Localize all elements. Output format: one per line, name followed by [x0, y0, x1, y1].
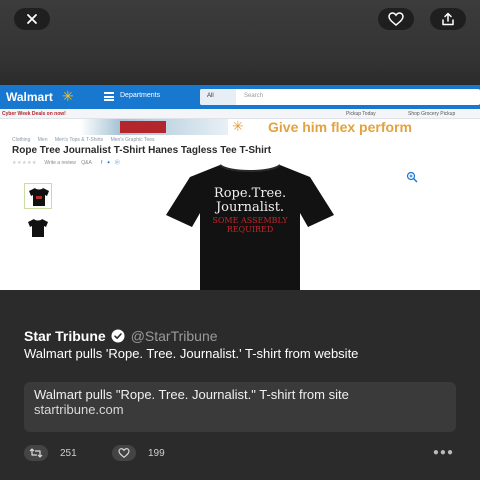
- like-tweet-button[interactable]: [112, 445, 136, 461]
- product-title: Rope Tree Journalist T-Shirt Hanes Tagle…: [12, 145, 272, 156]
- deals-link: Cyber Week Deals on now!: [2, 111, 66, 117]
- breadcrumb-item: Men: [37, 137, 48, 143]
- tweet-author[interactable]: Star Tribune @StarTribune: [24, 328, 218, 344]
- product-thumbnail: [24, 215, 52, 241]
- heart-icon: [118, 448, 130, 458]
- breadcrumb-item: Men's Graphic Tees: [110, 137, 155, 143]
- product-thumbnail: [24, 183, 52, 209]
- share-icons: f ✦ ⓟ: [100, 160, 120, 166]
- share-button[interactable]: [430, 8, 466, 30]
- heart-icon: [388, 12, 404, 26]
- tweet-media-viewer: Walmart ✳ Departments All Search Cyber W…: [0, 0, 480, 480]
- link-card-title: Walmart pulls "Rope. Tree. Journalist." …: [34, 387, 349, 402]
- close-button[interactable]: [14, 8, 50, 30]
- top-bar: [0, 0, 480, 85]
- shirt-print-line: REQUIRED: [226, 225, 274, 234]
- shirt-print-line: SOME ASSEMBLY: [212, 216, 288, 225]
- like-count: 199: [148, 447, 165, 459]
- retweet-count: 251: [60, 447, 77, 459]
- retweet-icon: [29, 448, 43, 458]
- breadcrumb-item: Men's Tops & T-Shirts: [54, 137, 104, 143]
- author-handle[interactable]: @StarTribune: [131, 328, 218, 344]
- retweet-button[interactable]: [24, 445, 48, 461]
- tweet-actions: 251 199 ●●●: [24, 445, 454, 463]
- author-name[interactable]: Star Tribune: [24, 328, 106, 344]
- menu-icon: [104, 92, 114, 101]
- rating-row: ★★★★★ Write a review Q&A f ✦ ⓟ: [12, 159, 120, 166]
- spark-icon: ✳: [232, 118, 244, 134]
- promo-banner: ✳ Give him flex perform: [0, 118, 480, 135]
- banner-tag: [120, 121, 166, 133]
- qa-link: Q&A: [81, 160, 92, 166]
- more-icon[interactable]: ●●●: [433, 447, 454, 458]
- tweet-image[interactable]: Walmart ✳ Departments All Search Cyber W…: [0, 85, 480, 290]
- search-scope: All: [200, 89, 236, 105]
- rating-stars: ★★★★★: [12, 160, 37, 166]
- tshirt-icon: [29, 188, 49, 206]
- like-button[interactable]: [378, 8, 414, 30]
- link-card[interactable]: Walmart pulls "Rope. Tree. Journalist." …: [24, 382, 456, 432]
- zoom-icon: [406, 171, 418, 183]
- share-icon: [442, 12, 454, 26]
- pickup-link: Pickup Today: [346, 111, 376, 117]
- retweet-action: 251: [24, 445, 77, 461]
- walmart-logo: Walmart: [6, 90, 53, 104]
- verified-badge-icon: [111, 329, 125, 343]
- tshirt-icon: [28, 219, 48, 237]
- shirt-print-line: Rope.Tree.: [213, 186, 287, 201]
- banner-text: Give him flex perform: [268, 119, 412, 135]
- grocery-link: Shop Grocery Pickup: [408, 111, 456, 117]
- departments-link: Departments: [120, 92, 161, 99]
- tweet-text: Walmart pulls 'Rope. Tree. Journalist.' …: [24, 346, 359, 361]
- close-icon: [27, 14, 37, 24]
- breadcrumb: Clothing Men Men's Tops & T-Shirts Men's…: [12, 137, 161, 143]
- search-placeholder: Search: [244, 93, 264, 99]
- shirt-print-line: Journalist.: [215, 200, 285, 215]
- like-action: 199: [112, 445, 165, 461]
- search-bar: All Search: [200, 89, 480, 105]
- breadcrumb-item: Clothing: [12, 137, 31, 143]
- spark-icon: ✳: [62, 88, 74, 104]
- banner-graphic: [0, 119, 228, 135]
- tweet-panel: Star Tribune @StarTribune Walmart pulls …: [0, 290, 480, 480]
- walmart-header: Walmart ✳ Departments All Search: [0, 85, 480, 109]
- write-review-link: Write a review: [44, 160, 76, 166]
- link-card-url: startribune.com: [34, 402, 124, 417]
